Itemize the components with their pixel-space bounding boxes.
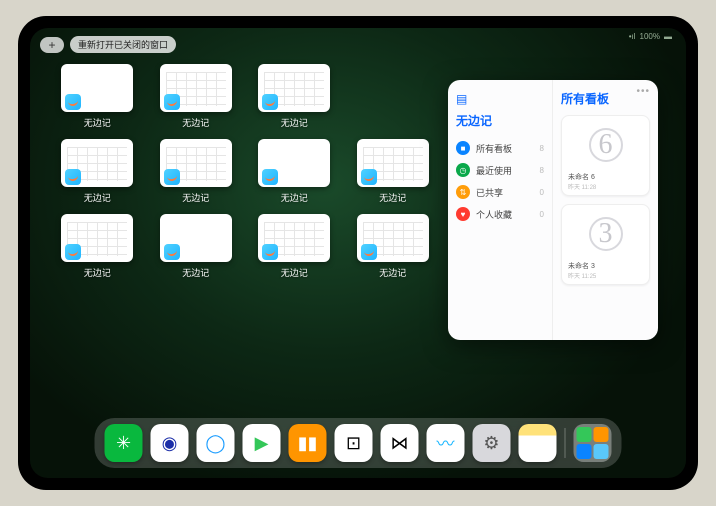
thumbnail-preview (258, 139, 330, 187)
thumbnail-label: 无边记 (182, 266, 209, 279)
thumbnail-label: 无边记 (182, 116, 209, 129)
dock-app-quark[interactable]: ◯ (197, 424, 235, 462)
thumbnail-label: 无边记 (379, 191, 406, 204)
battery-icon: ▬ (664, 32, 672, 41)
thumbnail-label: 无边记 (84, 266, 111, 279)
thumbnail-preview (258, 214, 330, 262)
battery-label: 100% (640, 32, 660, 41)
sidebar-item-square[interactable]: ■ 所有看板 8 (456, 137, 544, 159)
dock-separator (565, 428, 566, 458)
dock-app-dice[interactable]: ⊡ (335, 424, 373, 462)
window-thumbnail[interactable]: 无边记 (159, 64, 234, 129)
sidebar-item-heart[interactable]: ♥ 个人收藏 0 (456, 203, 544, 225)
thumbnail-preview (160, 214, 232, 262)
thumbnail-label: 无边记 (84, 191, 111, 204)
freeform-icon (65, 94, 81, 110)
window-thumbnail[interactable]: 无边记 (60, 214, 135, 279)
sidebar-item-label: 最近使用 (476, 164, 512, 177)
freeform-icon (262, 169, 278, 185)
window-thumbnail[interactable]: 无边记 (356, 214, 431, 279)
board-time: 昨天 11:28 (568, 182, 643, 191)
window-grid: 无边记无边记无边记无边记无边记无边记无边记无边记无边记无边记无边记无边记 (60, 64, 430, 279)
freeform-icon (164, 244, 180, 260)
window-thumbnail[interactable]: 无边记 (60, 64, 135, 129)
ipad-frame: •ıl 100% ▬ + 重新打开已关闭的窗口 无边记无边记无边记无边记无边记无… (18, 16, 698, 490)
window-thumbnail[interactable]: 无边记 (257, 214, 332, 279)
recent-apps-cluster[interactable] (574, 424, 612, 462)
sidebar-item-count: 0 (540, 210, 544, 219)
board-item[interactable]: 3 未命名 3 昨天 11:25 (561, 204, 650, 285)
dock-app-settings[interactable]: ⚙ (473, 424, 511, 462)
dock-app-play[interactable]: ▶ (243, 424, 281, 462)
sidebar-item-count: 8 (540, 166, 544, 175)
freeform-icon (65, 244, 81, 260)
sidebar-item-share[interactable]: ⇅ 已共享 0 (456, 181, 544, 203)
board-preview: 6 (566, 120, 645, 170)
sidebar-item-label: 已共享 (476, 186, 503, 199)
status-bar: •ıl 100% ▬ (629, 32, 672, 41)
board-name: 未命名 6 (568, 172, 643, 182)
dock-app-quark-hd[interactable]: ◉ (151, 424, 189, 462)
top-bar: + 重新打开已关闭的窗口 (40, 36, 176, 53)
boards-panel: ••• 所有看板 6 未命名 6 昨天 11:283 未命名 3 昨天 11:2… (553, 80, 658, 340)
sidebar: ▤ 无边记 ■ 所有看板 8◷ 最近使用 8⇅ 已共享 0♥ 个人收藏 0 (448, 80, 553, 340)
window-thumbnail[interactable]: 无边记 (356, 139, 431, 204)
window-thumbnail[interactable]: 无边记 (257, 139, 332, 204)
thumbnail-preview (160, 139, 232, 187)
sidebar-item-label: 所有看板 (476, 142, 512, 155)
thumbnail-preview (61, 139, 133, 187)
thumbnail-label: 无边记 (281, 116, 308, 129)
thumbnail-label: 无边记 (281, 191, 308, 204)
freeform-icon (262, 244, 278, 260)
sidebar-title: 无边记 (456, 112, 544, 129)
window-thumbnail[interactable]: 无边记 (159, 139, 234, 204)
thumbnail-preview (258, 64, 330, 112)
freeform-icon (164, 94, 180, 110)
square-icon: ■ (456, 141, 470, 155)
window-thumbnail[interactable]: 无边记 (159, 214, 234, 279)
dock-app-books[interactable]: ▮▮ (289, 424, 327, 462)
freeform-icon (361, 244, 377, 260)
new-window-button[interactable]: + (40, 37, 64, 53)
thumbnail-label: 无边记 (84, 116, 111, 129)
window-thumbnail[interactable]: 无边记 (257, 64, 332, 129)
thumbnail-preview (160, 64, 232, 112)
dock: ✳◉◯▶▮▮⊡⋈〰⚙ (95, 418, 622, 468)
clock-icon: ◷ (456, 163, 470, 177)
thumbnail-label: 无边记 (281, 266, 308, 279)
sidebar-item-count: 0 (540, 188, 544, 197)
freeform-icon (164, 169, 180, 185)
freeform-icon (262, 94, 278, 110)
slideover-panel[interactable]: ▤ 无边记 ■ 所有看板 8◷ 最近使用 8⇅ 已共享 0♥ 个人收藏 0 ••… (448, 80, 658, 340)
board-preview: 3 (566, 209, 645, 259)
signal-icon: •ıl (629, 32, 636, 41)
window-thumbnail[interactable]: 无边记 (60, 139, 135, 204)
thumbnail-label: 无边记 (379, 266, 406, 279)
dock-app-connect[interactable]: ⋈ (381, 424, 419, 462)
sidebar-icon: ▤ (456, 92, 467, 106)
thumbnail-preview (61, 214, 133, 262)
dock-app-freeform[interactable]: 〰 (427, 424, 465, 462)
share-icon: ⇅ (456, 185, 470, 199)
thumbnail-preview (357, 214, 429, 262)
freeform-icon (361, 169, 377, 185)
board-time: 昨天 11:25 (568, 271, 643, 280)
thumbnail-preview (357, 139, 429, 187)
sidebar-item-clock[interactable]: ◷ 最近使用 8 (456, 159, 544, 181)
board-name: 未命名 3 (568, 261, 643, 271)
dock-app-notes[interactable] (519, 424, 557, 462)
screen: •ıl 100% ▬ + 重新打开已关闭的窗口 无边记无边记无边记无边记无边记无… (30, 28, 686, 478)
more-button[interactable]: ••• (636, 86, 650, 97)
thumbnail-label: 无边记 (182, 191, 209, 204)
heart-icon: ♥ (456, 207, 470, 221)
thumbnail-preview (61, 64, 133, 112)
sidebar-item-label: 个人收藏 (476, 208, 512, 221)
freeform-icon (65, 169, 81, 185)
dock-app-wechat[interactable]: ✳ (105, 424, 143, 462)
sidebar-item-count: 8 (540, 144, 544, 153)
board-item[interactable]: 6 未命名 6 昨天 11:28 (561, 115, 650, 196)
reopen-closed-window-button[interactable]: 重新打开已关闭的窗口 (70, 36, 176, 53)
